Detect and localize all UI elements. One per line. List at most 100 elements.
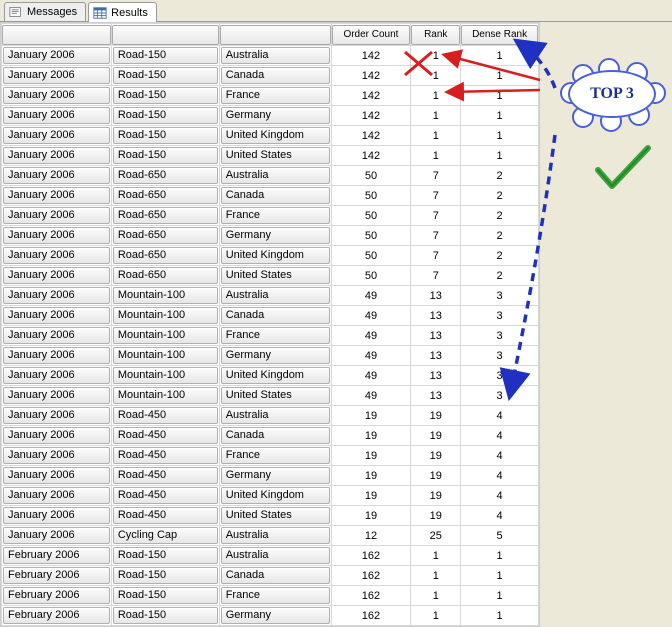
product-cell[interactable]: Road-150 bbox=[113, 607, 218, 624]
country-cell[interactable]: Canada bbox=[221, 427, 330, 444]
rank-button[interactable]: Rank bbox=[411, 25, 460, 45]
country-cell[interactable]: United States bbox=[221, 147, 330, 164]
order-count-cell: 142 bbox=[331, 86, 411, 106]
dense-rank-button[interactable]: Dense Rank bbox=[461, 25, 538, 45]
product-cell[interactable]: Road-450 bbox=[113, 487, 218, 504]
month-cell[interactable]: January 2006 bbox=[3, 307, 110, 324]
country-cell[interactable]: Australia bbox=[221, 407, 330, 424]
product-cell[interactable]: Road-650 bbox=[113, 267, 218, 284]
product-cell[interactable]: Mountain-100 bbox=[113, 327, 218, 344]
country-cell[interactable]: United Kingdom bbox=[221, 127, 330, 144]
month-cell[interactable]: January 2006 bbox=[3, 287, 110, 304]
month-cell[interactable]: January 2006 bbox=[3, 507, 110, 524]
month-cell[interactable]: January 2006 bbox=[3, 467, 110, 484]
month-cell[interactable]: January 2006 bbox=[3, 147, 110, 164]
month-cell[interactable]: January 2006 bbox=[3, 187, 110, 204]
table-row: January 2006Road-150Germany14211 bbox=[2, 106, 539, 126]
country-cell[interactable]: United Kingdom bbox=[221, 487, 330, 504]
product-cell[interactable]: Road-150 bbox=[113, 47, 218, 64]
country-cell[interactable]: Germany bbox=[221, 607, 330, 624]
country-cell[interactable]: Australia bbox=[221, 287, 330, 304]
product-cell[interactable]: Road-650 bbox=[113, 207, 218, 224]
country-cell[interactable]: Australia bbox=[221, 47, 330, 64]
tab-results[interactable]: Results bbox=[88, 2, 157, 22]
rank-cell: 7 bbox=[411, 246, 461, 266]
country-cell[interactable]: United Kingdom bbox=[221, 247, 330, 264]
product-cell[interactable]: Road-150 bbox=[113, 547, 218, 564]
month-cell[interactable]: January 2006 bbox=[3, 207, 110, 224]
month-cell[interactable]: January 2006 bbox=[3, 447, 110, 464]
country-cell[interactable]: Germany bbox=[221, 467, 330, 484]
product-cell[interactable]: Road-150 bbox=[113, 147, 218, 164]
product-cell[interactable]: Road-150 bbox=[113, 67, 218, 84]
header-country-button[interactable] bbox=[220, 25, 331, 45]
product-cell[interactable]: Road-650 bbox=[113, 187, 218, 204]
product-cell[interactable]: Road-450 bbox=[113, 447, 218, 464]
product-cell[interactable]: Road-150 bbox=[113, 567, 218, 584]
tab-messages[interactable]: Messages bbox=[4, 2, 86, 21]
order-count-cell: 162 bbox=[331, 566, 411, 586]
month-cell[interactable]: January 2006 bbox=[3, 527, 110, 544]
country-cell[interactable]: Germany bbox=[221, 227, 330, 244]
month-cell[interactable]: January 2006 bbox=[3, 327, 110, 344]
product-cell[interactable]: Road-150 bbox=[113, 107, 218, 124]
month-cell[interactable]: January 2006 bbox=[3, 127, 110, 144]
product-cell[interactable]: Mountain-100 bbox=[113, 367, 218, 384]
month-cell[interactable]: January 2006 bbox=[3, 227, 110, 244]
table-row: February 2006Road-150Canada16211 bbox=[2, 566, 539, 586]
product-cell[interactable]: Mountain-100 bbox=[113, 347, 218, 364]
dense-rank-cell: 1 bbox=[461, 546, 539, 566]
country-cell[interactable]: Canada bbox=[221, 67, 330, 84]
product-cell[interactable]: Road-450 bbox=[113, 467, 218, 484]
month-cell[interactable]: January 2006 bbox=[3, 387, 110, 404]
country-cell[interactable]: France bbox=[221, 447, 330, 464]
country-cell[interactable]: United States bbox=[221, 387, 330, 404]
product-cell[interactable]: Mountain-100 bbox=[113, 307, 218, 324]
month-cell[interactable]: January 2006 bbox=[3, 107, 110, 124]
product-cell[interactable]: Mountain-100 bbox=[113, 387, 218, 404]
country-cell[interactable]: Germany bbox=[221, 347, 330, 364]
month-cell[interactable]: January 2006 bbox=[3, 427, 110, 444]
month-cell[interactable]: January 2006 bbox=[3, 347, 110, 364]
product-cell[interactable]: Cycling Cap bbox=[113, 527, 218, 544]
order-count-cell: 49 bbox=[331, 306, 411, 326]
product-cell[interactable]: Road-650 bbox=[113, 227, 218, 244]
month-cell[interactable]: January 2006 bbox=[3, 67, 110, 84]
country-cell[interactable]: Australia bbox=[221, 167, 330, 184]
month-cell[interactable]: January 2006 bbox=[3, 367, 110, 384]
month-cell[interactable]: January 2006 bbox=[3, 47, 110, 64]
country-cell[interactable]: Canada bbox=[221, 307, 330, 324]
product-cell[interactable]: Road-450 bbox=[113, 507, 218, 524]
month-cell[interactable]: February 2006 bbox=[3, 547, 110, 564]
month-cell[interactable]: January 2006 bbox=[3, 87, 110, 104]
country-cell[interactable]: France bbox=[221, 327, 330, 344]
country-cell[interactable]: France bbox=[221, 87, 330, 104]
header-month-button[interactable] bbox=[2, 25, 111, 45]
country-cell[interactable]: Germany bbox=[221, 107, 330, 124]
month-cell[interactable]: February 2006 bbox=[3, 567, 110, 584]
country-cell[interactable]: France bbox=[221, 207, 330, 224]
country-cell[interactable]: Canada bbox=[221, 567, 330, 584]
country-cell[interactable]: Canada bbox=[221, 187, 330, 204]
dense-rank-cell: 3 bbox=[461, 366, 539, 386]
month-cell[interactable]: January 2006 bbox=[3, 267, 110, 284]
country-cell[interactable]: Australia bbox=[221, 547, 330, 564]
month-cell[interactable]: January 2006 bbox=[3, 487, 110, 504]
country-cell[interactable]: Australia bbox=[221, 527, 330, 544]
order-count-button[interactable]: Order Count bbox=[332, 25, 411, 45]
month-cell[interactable]: January 2006 bbox=[3, 167, 110, 184]
product-cell[interactable]: Road-450 bbox=[113, 407, 218, 424]
country-cell[interactable]: United States bbox=[221, 267, 330, 284]
month-cell[interactable]: January 2006 bbox=[3, 407, 110, 424]
product-cell[interactable]: Road-650 bbox=[113, 167, 218, 184]
product-cell[interactable]: Road-150 bbox=[113, 127, 218, 144]
product-cell[interactable]: Road-150 bbox=[113, 87, 218, 104]
country-cell[interactable]: United States bbox=[221, 507, 330, 524]
country-cell[interactable]: United Kingdom bbox=[221, 367, 330, 384]
month-cell[interactable]: February 2006 bbox=[3, 607, 110, 624]
product-cell[interactable]: Road-450 bbox=[113, 427, 218, 444]
header-product-button[interactable] bbox=[112, 25, 219, 45]
product-cell[interactable]: Mountain-100 bbox=[113, 287, 218, 304]
month-cell[interactable]: January 2006 bbox=[3, 247, 110, 264]
product-cell[interactable]: Road-650 bbox=[113, 247, 218, 264]
